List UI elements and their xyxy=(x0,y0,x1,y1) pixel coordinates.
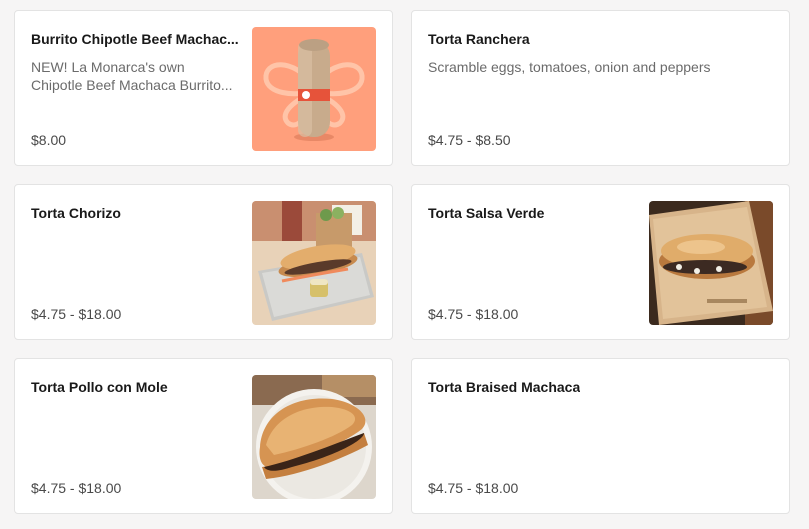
menu-item-description: Scramble eggs, tomatoes, onion and peppe… xyxy=(428,58,711,76)
menu-item-card[interactable]: Burrito Chipotle Beef Machac... NEW! La … xyxy=(14,10,393,166)
menu-item-name: Torta Salsa Verde xyxy=(428,205,545,221)
menu-item-description-line: Chipotle Beef Machaca Burrito... xyxy=(31,77,233,93)
menu-item-price: $4.75 - $8.50 xyxy=(428,132,511,148)
menu-item-price: $4.75 - $18.00 xyxy=(31,306,122,322)
torta-pollo-con-mole-photo xyxy=(252,375,376,499)
menu-item-card[interactable]: Torta Braised Machaca $4.75 - $18.00 xyxy=(411,358,790,514)
menu-item-card[interactable]: Torta Salsa Verde $4.75 - $18.00 xyxy=(411,184,790,340)
menu-item-name: Burrito Chipotle Beef Machac... xyxy=(31,31,239,47)
menu-item-description-line: NEW! La Monarca's own xyxy=(31,59,185,75)
menu-item-name: Torta Chorizo xyxy=(31,205,121,221)
burrito-photo xyxy=(252,27,376,151)
torta-chorizo-photo xyxy=(252,201,376,325)
menu-item-description-line: Scramble eggs, tomatoes, onion and peppe… xyxy=(428,59,711,75)
menu-item-name: Torta Braised Machaca xyxy=(428,379,581,395)
menu-item-price: $4.75 - $18.00 xyxy=(428,480,519,496)
torta-salsa-verde-photo xyxy=(649,201,773,325)
menu-item-card[interactable]: Torta Pollo con Mole $4.75 - $18.00 xyxy=(14,358,393,514)
menu-item-price: $4.75 - $18.00 xyxy=(31,480,122,496)
menu-item-description: NEW! La Monarca's own Chipotle Beef Mach… xyxy=(31,58,233,94)
menu-item-card[interactable]: Torta Ranchera Scramble eggs, tomatoes, … xyxy=(411,10,790,166)
menu-item-card[interactable]: Torta Chorizo $4.75 - $18.00 xyxy=(14,184,393,340)
menu-item-name: Torta Ranchera xyxy=(428,31,530,47)
menu-item-price: $8.00 xyxy=(31,132,67,148)
menu-item-price: $4.75 - $18.00 xyxy=(428,306,519,322)
menu-item-name: Torta Pollo con Mole xyxy=(31,379,168,395)
